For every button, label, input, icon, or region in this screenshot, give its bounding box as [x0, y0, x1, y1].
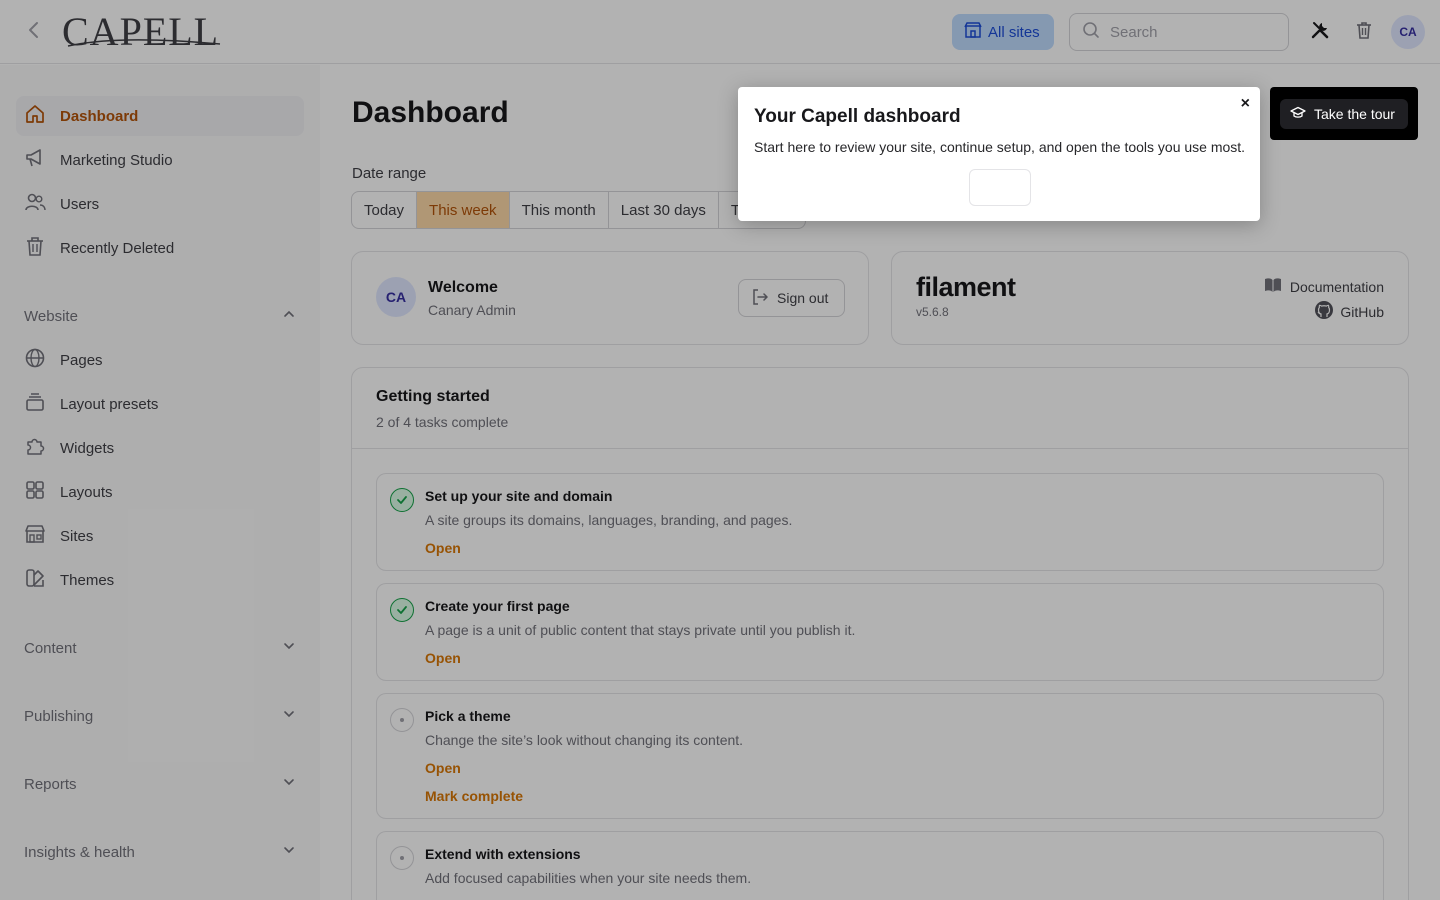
close-icon[interactable]: × [1241, 95, 1250, 113]
take-the-tour-button[interactable]: Take the tour [1280, 99, 1408, 129]
graduation-cap-icon [1290, 105, 1306, 124]
tour-title: Your Capell dashboard [754, 106, 961, 127]
tour-next-button[interactable] [969, 169, 1031, 206]
tour-highlight: Take the tour [1270, 87, 1418, 140]
tour-popover: Your Capell dashboard Start here to revi… [738, 87, 1260, 221]
take-the-tour-label: Take the tour [1314, 106, 1395, 122]
tour-description: Start here to review your site, continue… [754, 139, 1246, 155]
